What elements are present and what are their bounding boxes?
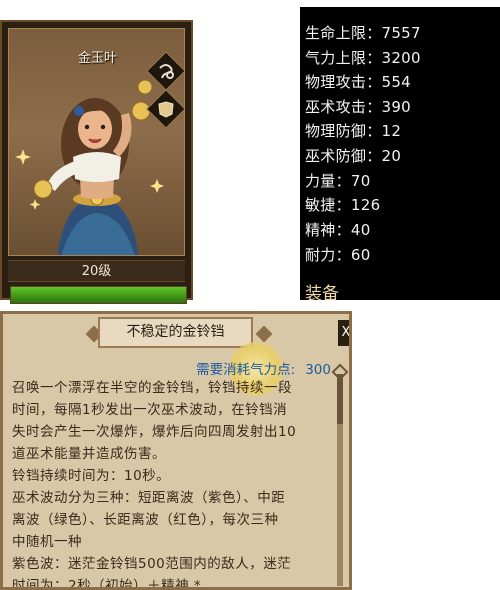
skill-cost: 需要消耗气力点: 300: [196, 358, 331, 378]
title-ornament-right: [255, 325, 273, 343]
rope-icon-glyph: [159, 64, 174, 79]
stat-strength: 力量：70: [305, 172, 371, 190]
skill-description-line: 时间为：2秒（初始）＋精神 *: [12, 578, 202, 590]
stat-max-hp: 生命上限：7557: [305, 24, 421, 42]
skill-cost-value: 300: [305, 362, 331, 378]
skill-description-line: 离波（绿色）、长距离波（红色），每次三种: [12, 512, 279, 528]
stat-max-energy: 气力上限：3200: [305, 49, 421, 67]
skill-cost-label: 需要消耗气力点:: [196, 362, 296, 378]
skill-description-line: 紫色波：迷茫金铃铛500范围内的敌人，迷茫: [12, 556, 292, 572]
skill-description-line: 时间，每隔1秒发出一次巫术波动，在铃铛消: [12, 402, 288, 418]
stat-magic-defense: 巫术防御：20: [305, 147, 402, 165]
stats-panel: 生命上限：7557 气力上限：3200 物理攻击：554 巫术攻击：390 物理…: [300, 7, 500, 304]
stat-physical-defense: 物理防御：12: [305, 122, 402, 140]
experience-bar: [10, 286, 187, 304]
stat-physical-attack: 物理攻击：554: [305, 73, 412, 91]
skill-description-line: 失时会产生一次爆炸，爆炸后向四周发射出10: [12, 424, 297, 440]
experience-bar-fill: [11, 287, 186, 303]
skill-description-line: 召唤一个漂浮在半空的金铃铛，铃铛持续一段: [12, 380, 292, 396]
skill-scrollbar-thumb[interactable]: [337, 374, 343, 424]
stat-stamina: 耐力：60: [305, 246, 371, 264]
skill-description-line: 道巫术能量并造成伤害。: [12, 446, 166, 462]
level-label: 20级: [81, 264, 112, 279]
skill-description-line: 铃铛持续时间为：10秒。: [12, 468, 171, 484]
skill-description-line: 中随机一种: [12, 534, 82, 550]
character-portrait-frame: 金玉叶: [8, 28, 185, 256]
stat-magic-attack: 巫术攻击：390: [305, 98, 412, 116]
skill-scrollbar[interactable]: [337, 374, 343, 586]
skill-description-line: 巫术波动分为三种：短距离波（紫色）、中距: [12, 490, 286, 506]
skill-title-box: 不稳定的金铃铛: [98, 317, 253, 348]
armor-icon-glyph: [158, 101, 174, 118]
stat-agility: 敏捷：126: [305, 196, 381, 214]
level-bar: 20级: [8, 260, 185, 282]
skill-title: 不稳定的金铃铛: [126, 324, 225, 340]
skill-tooltip: 不稳定的金铃铛 X 需要消耗气力点: 300 召唤一个漂浮在半空的金铃铛，铃铛持续…: [0, 311, 352, 590]
stat-spirit: 精神：40: [305, 221, 371, 239]
game-ui: 金玉叶 20级 生命上限：7557 气力上限：3200 物理攻击：554 巫术攻…: [0, 0, 500, 590]
equipment-tab[interactable]: 装备: [305, 279, 339, 304]
close-button[interactable]: X: [338, 320, 349, 346]
character-card[interactable]: 金玉叶 20级: [0, 20, 193, 304]
